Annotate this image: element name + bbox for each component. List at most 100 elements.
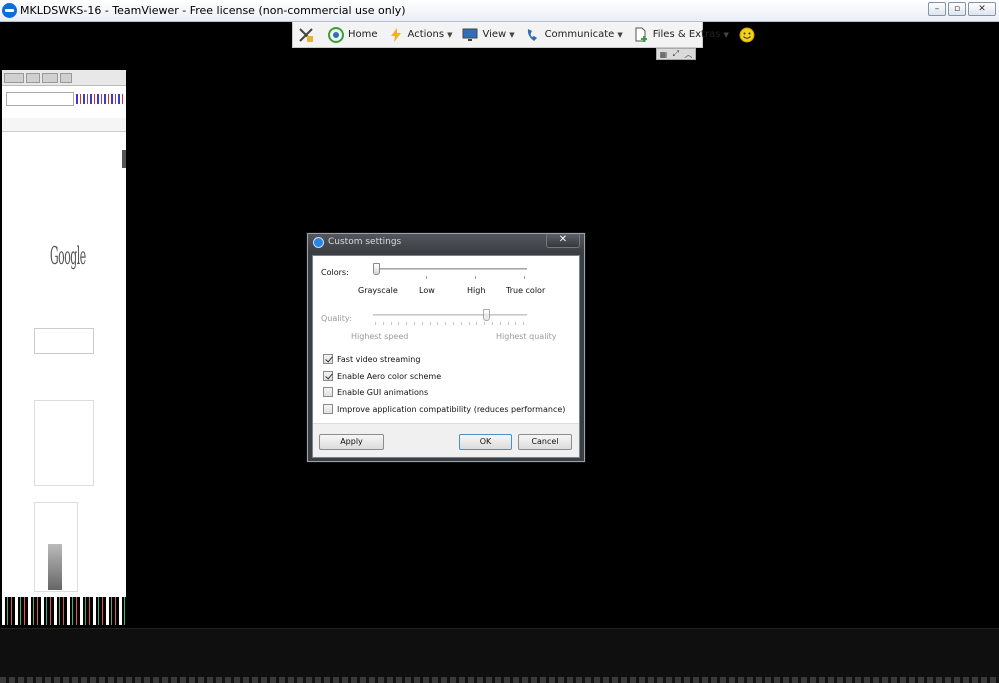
enable-gui-animations-label: Enable GUI animations	[337, 387, 429, 397]
remote-browser-tabs	[2, 70, 126, 86]
view-label: View	[482, 29, 507, 40]
quality-label: Quality:	[321, 314, 352, 323]
ok-button[interactable]: OK	[459, 434, 512, 450]
quality-slider-track	[373, 314, 527, 316]
quality-tick	[515, 322, 517, 325]
custom-settings-dialog: Custom settings ✕ Colors: Grayscale Low …	[307, 233, 585, 462]
colors-tick	[426, 276, 427, 279]
enable-aero-label: Enable Aero color scheme	[337, 371, 442, 381]
quality-max-label: Highest quality	[496, 332, 557, 341]
remote-address-bar	[6, 92, 74, 106]
remote-toolbar-icons	[76, 94, 124, 104]
phone-icon	[525, 27, 541, 43]
remote-image	[48, 544, 62, 590]
dialog-close-button[interactable]: ✕	[546, 234, 580, 248]
home-icon	[328, 26, 344, 43]
dialog-footer: Apply OK Cancel	[313, 423, 579, 457]
lightning-icon	[388, 27, 404, 43]
quality-tick	[476, 322, 478, 325]
remote-toolbar: Home Actions ▼ View ▼ Communicate ▼ File…	[292, 22, 755, 48]
collapse-icon[interactable]: ︿	[684, 49, 692, 60]
files-extras-label: Files & Extras	[652, 29, 721, 40]
option-fast-video-streaming[interactable]: Fast video streaming	[323, 354, 420, 364]
colors-tick-true-color: True color	[506, 286, 546, 295]
feedback-button[interactable]	[734, 23, 764, 47]
quality-tick	[398, 322, 400, 325]
communicate-label: Communicate	[544, 29, 615, 40]
quality-min-label: Highest speed	[351, 332, 409, 341]
dialog-title: Custom settings	[328, 237, 402, 247]
quality-tick	[468, 322, 470, 325]
option-improve-compatibility[interactable]: Improve application compatibility (reduc…	[323, 404, 565, 414]
close-button[interactable]: ✕	[968, 2, 996, 16]
enable-gui-animations-checkbox[interactable]	[323, 387, 333, 397]
toolbar-mini-controls: ▦ ⤢ ︿	[656, 48, 696, 60]
option-enable-gui-animations[interactable]: Enable GUI animations	[323, 387, 428, 397]
fast-video-streaming-checkbox[interactable]	[323, 354, 333, 364]
view-menu[interactable]: View ▼	[457, 23, 519, 47]
option-enable-aero[interactable]: Enable Aero color scheme	[323, 371, 441, 381]
actions-label: Actions	[407, 29, 445, 40]
taskbar-edge	[0, 677, 999, 683]
colors-tick	[524, 276, 525, 279]
quality-tick	[375, 322, 376, 325]
quality-tick	[390, 322, 392, 325]
enable-aero-checkbox[interactable]	[323, 371, 333, 381]
window-controls: – ▫ ✕	[928, 2, 996, 16]
quality-tick	[484, 322, 486, 325]
apply-button[interactable]: Apply	[319, 434, 384, 450]
quality-tick	[429, 322, 431, 325]
colors-slider-track[interactable]	[373, 268, 527, 270]
quality-slider-thumb	[482, 309, 490, 321]
title-bar: MKLDSWKS-16 - TeamViewer - Free license …	[0, 0, 999, 22]
window-title: MKLDSWKS-16 - TeamViewer - Free license …	[20, 4, 406, 17]
remote-taskbar-fragment	[2, 597, 126, 625]
colors-tick-low: Low	[419, 286, 435, 295]
colors-tick-grayscale: Grayscale	[358, 286, 398, 295]
minimize-button[interactable]: –	[928, 2, 946, 16]
quality-tick	[460, 322, 462, 325]
colors-tick	[475, 276, 476, 279]
quality-tick	[507, 322, 509, 325]
remote-search-box	[34, 328, 94, 354]
quality-tick	[414, 322, 415, 325]
smiley-icon	[739, 27, 755, 43]
home-label: Home	[348, 29, 378, 40]
grid-icon[interactable]: ▦	[660, 50, 668, 59]
teamviewer-logo-icon	[313, 237, 324, 248]
communicate-menu[interactable]: Communicate ▼	[520, 23, 628, 47]
dialog-title-bar: Custom settings ✕	[308, 234, 584, 252]
remote-content-cards	[34, 400, 94, 486]
quality-tick	[453, 322, 454, 325]
chevron-down-icon: ▼	[447, 30, 453, 39]
quality-tick	[421, 322, 423, 325]
close-connection-button[interactable]	[293, 23, 323, 47]
quality-tick	[499, 322, 501, 325]
colors-label: Colors:	[321, 268, 349, 277]
close-connection-icon	[298, 27, 314, 43]
fast-video-streaming-label: Fast video streaming	[337, 354, 421, 364]
file-add-icon	[633, 27, 649, 43]
quality-tick	[382, 322, 384, 325]
remote-browser-window[interactable]: Google	[2, 70, 126, 597]
colors-slider-thumb[interactable]	[373, 263, 380, 275]
home-button[interactable]: Home	[323, 23, 383, 47]
chevron-down-icon: ▼	[509, 30, 515, 39]
fullscreen-icon[interactable]: ⤢	[673, 49, 679, 59]
improve-compatibility-label: Improve application compatibility (reduc…	[337, 404, 566, 414]
remote-google-logo: Google	[50, 242, 86, 270]
actions-menu[interactable]: Actions ▼	[383, 23, 458, 47]
teamviewer-logo-icon	[2, 3, 17, 18]
improve-compatibility-checkbox[interactable]	[323, 404, 333, 414]
cancel-button[interactable]: Cancel	[518, 434, 572, 450]
quality-tick	[445, 322, 447, 325]
files-extras-menu[interactable]: Files & Extras ▼	[628, 23, 734, 47]
quality-tick	[523, 322, 525, 325]
monitor-icon	[462, 27, 478, 43]
remote-bookmarks-bar	[2, 118, 126, 132]
chevron-down-icon: ▼	[723, 30, 729, 39]
colors-tick-high: High	[467, 286, 486, 295]
maximize-button[interactable]: ▫	[948, 2, 966, 16]
quality-tick	[406, 322, 408, 325]
dialog-body: Colors: Grayscale Low High True color Qu…	[312, 255, 580, 458]
